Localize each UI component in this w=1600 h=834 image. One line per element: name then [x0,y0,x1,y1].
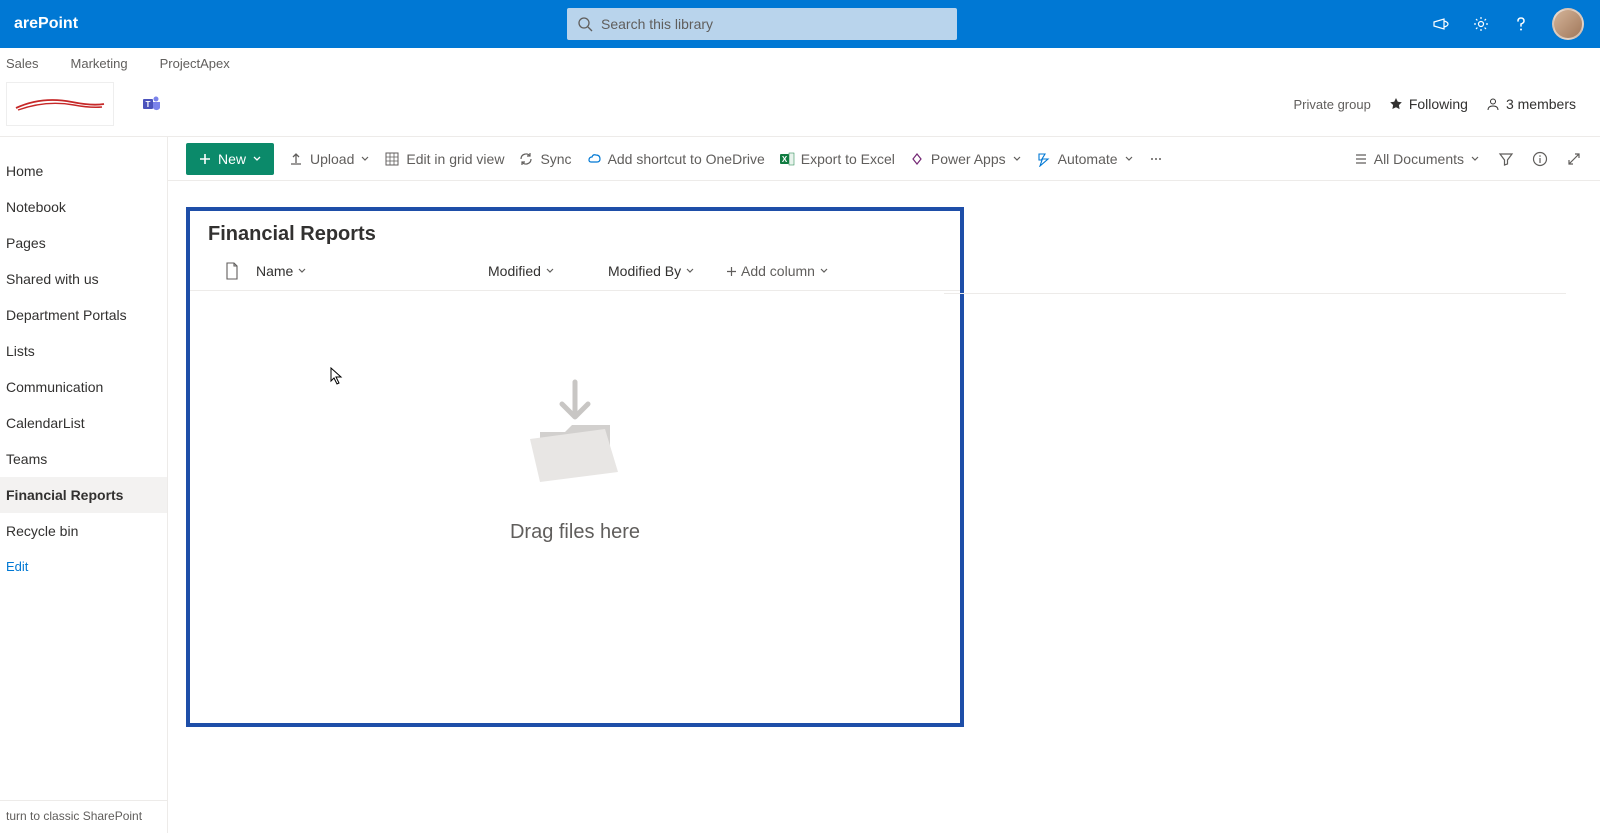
command-bar: New Upload Edit in grid view Sync Add sh… [168,137,1600,181]
person-icon [1486,97,1500,111]
megaphone-icon[interactable] [1432,15,1450,33]
site-info: Private group Following 3 members [1294,96,1595,112]
column-name-label: Name [256,263,293,279]
column-modified[interactable]: Modified [488,263,608,279]
upload-button[interactable]: Upload [288,151,370,167]
chevron-down-icon [545,266,555,276]
library-body: Financial Reports Name Modified Modifi [168,181,1600,833]
nav-notebook[interactable]: Notebook [0,189,167,225]
column-modified-by[interactable]: Modified By [608,263,726,279]
shortcut-button[interactable]: Add shortcut to OneDrive [586,151,765,167]
nav-recycle[interactable]: Recycle bin [0,513,167,549]
nav-home[interactable]: Home [0,153,167,189]
hub-nav-item[interactable]: Marketing [71,56,128,71]
export-excel-button[interactable]: X Export to Excel [779,151,895,167]
nav-edit-link[interactable]: Edit [0,549,167,584]
nav-communication[interactable]: Communication [0,369,167,405]
column-modified-label: Modified [488,263,541,279]
members-link[interactable]: 3 members [1486,96,1576,112]
nav-shared[interactable]: Shared with us [0,261,167,297]
svg-text:T: T [146,100,151,109]
follow-toggle[interactable]: Following [1389,96,1468,112]
return-classic-link[interactable]: turn to classic SharePoint [0,800,167,833]
star-icon [1389,97,1403,111]
chevron-down-icon [1124,154,1134,164]
add-column-button[interactable]: Add column [726,263,829,279]
view-label: All Documents [1374,151,1464,167]
suite-actions [1432,8,1600,40]
nav-department[interactable]: Department Portals [0,297,167,333]
sync-label: Sync [540,151,571,167]
library-title: Financial Reports [190,211,960,262]
shortcut-label: Add shortcut to OneDrive [608,151,765,167]
row-divider [944,293,1566,294]
highlight-box: Financial Reports Name Modified Modifi [186,207,964,727]
empty-text: Drag files here [510,521,640,544]
new-button[interactable]: New [186,143,274,175]
hub-nav: Sales Marketing ProjectApex [0,48,1600,78]
add-column-label: Add column [741,263,815,279]
automate-button[interactable]: Automate [1036,151,1134,167]
column-header-row: Name Modified Modified By Add column [190,262,960,291]
plus-icon [726,266,737,277]
more-button[interactable] [1148,151,1164,167]
chevron-down-icon [252,154,262,164]
column-name[interactable]: Name [256,263,488,279]
chevron-down-icon [685,266,695,276]
hub-nav-item[interactable]: Sales [6,56,39,71]
site-header: T Private group Following 3 members [0,78,1600,137]
members-label: 3 members [1506,96,1576,112]
help-icon[interactable] [1512,15,1530,33]
privacy-label: Private group [1294,97,1371,112]
nav-pages[interactable]: Pages [0,225,167,261]
nav-lists[interactable]: Lists [0,333,167,369]
expand-icon[interactable] [1566,151,1582,167]
site-logo[interactable] [6,82,114,126]
chevron-down-icon [297,266,307,276]
search-icon [577,16,593,32]
gear-icon[interactable] [1472,15,1490,33]
following-label: Following [1409,96,1468,112]
new-label: New [218,151,246,167]
file-type-icon[interactable] [208,262,256,280]
suite-bar: arePoint [0,0,1600,48]
chevron-down-icon [1470,154,1480,164]
filter-icon[interactable] [1498,151,1514,167]
empty-state[interactable]: Drag files here [190,377,960,544]
search-input[interactable] [567,8,957,40]
powerapps-label: Power Apps [931,151,1006,167]
column-modifiedby-label: Modified By [608,263,681,279]
left-nav: Home Notebook Pages Shared with us Depar… [0,137,168,833]
content: New Upload Edit in grid view Sync Add sh… [168,137,1600,833]
nav-teams[interactable]: Teams [0,441,167,477]
svg-text:X: X [782,155,788,164]
info-icon[interactable] [1532,151,1548,167]
search-wrap [567,8,957,40]
upload-label: Upload [310,151,354,167]
edit-grid-label: Edit in grid view [406,151,504,167]
sync-button[interactable]: Sync [518,151,571,167]
edit-grid-button[interactable]: Edit in grid view [384,151,504,167]
view-selector[interactable]: All Documents [1354,151,1480,167]
powerapps-button[interactable]: Power Apps [909,151,1022,167]
automate-label: Automate [1058,151,1118,167]
teams-icon[interactable]: T [142,94,162,114]
empty-folder-icon [510,377,640,497]
chevron-down-icon [360,154,370,164]
cursor-icon [330,367,344,385]
nav-financial-reports[interactable]: Financial Reports [0,477,167,513]
hub-nav-item[interactable]: ProjectApex [160,56,230,71]
chevron-down-icon [1012,154,1022,164]
export-label: Export to Excel [801,151,895,167]
plus-icon [198,152,212,166]
user-avatar[interactable] [1552,8,1584,40]
chevron-down-icon [819,266,829,276]
app-launcher-label[interactable]: arePoint [0,15,92,33]
main-split: Home Notebook Pages Shared with us Depar… [0,137,1600,833]
nav-calendar[interactable]: CalendarList [0,405,167,441]
